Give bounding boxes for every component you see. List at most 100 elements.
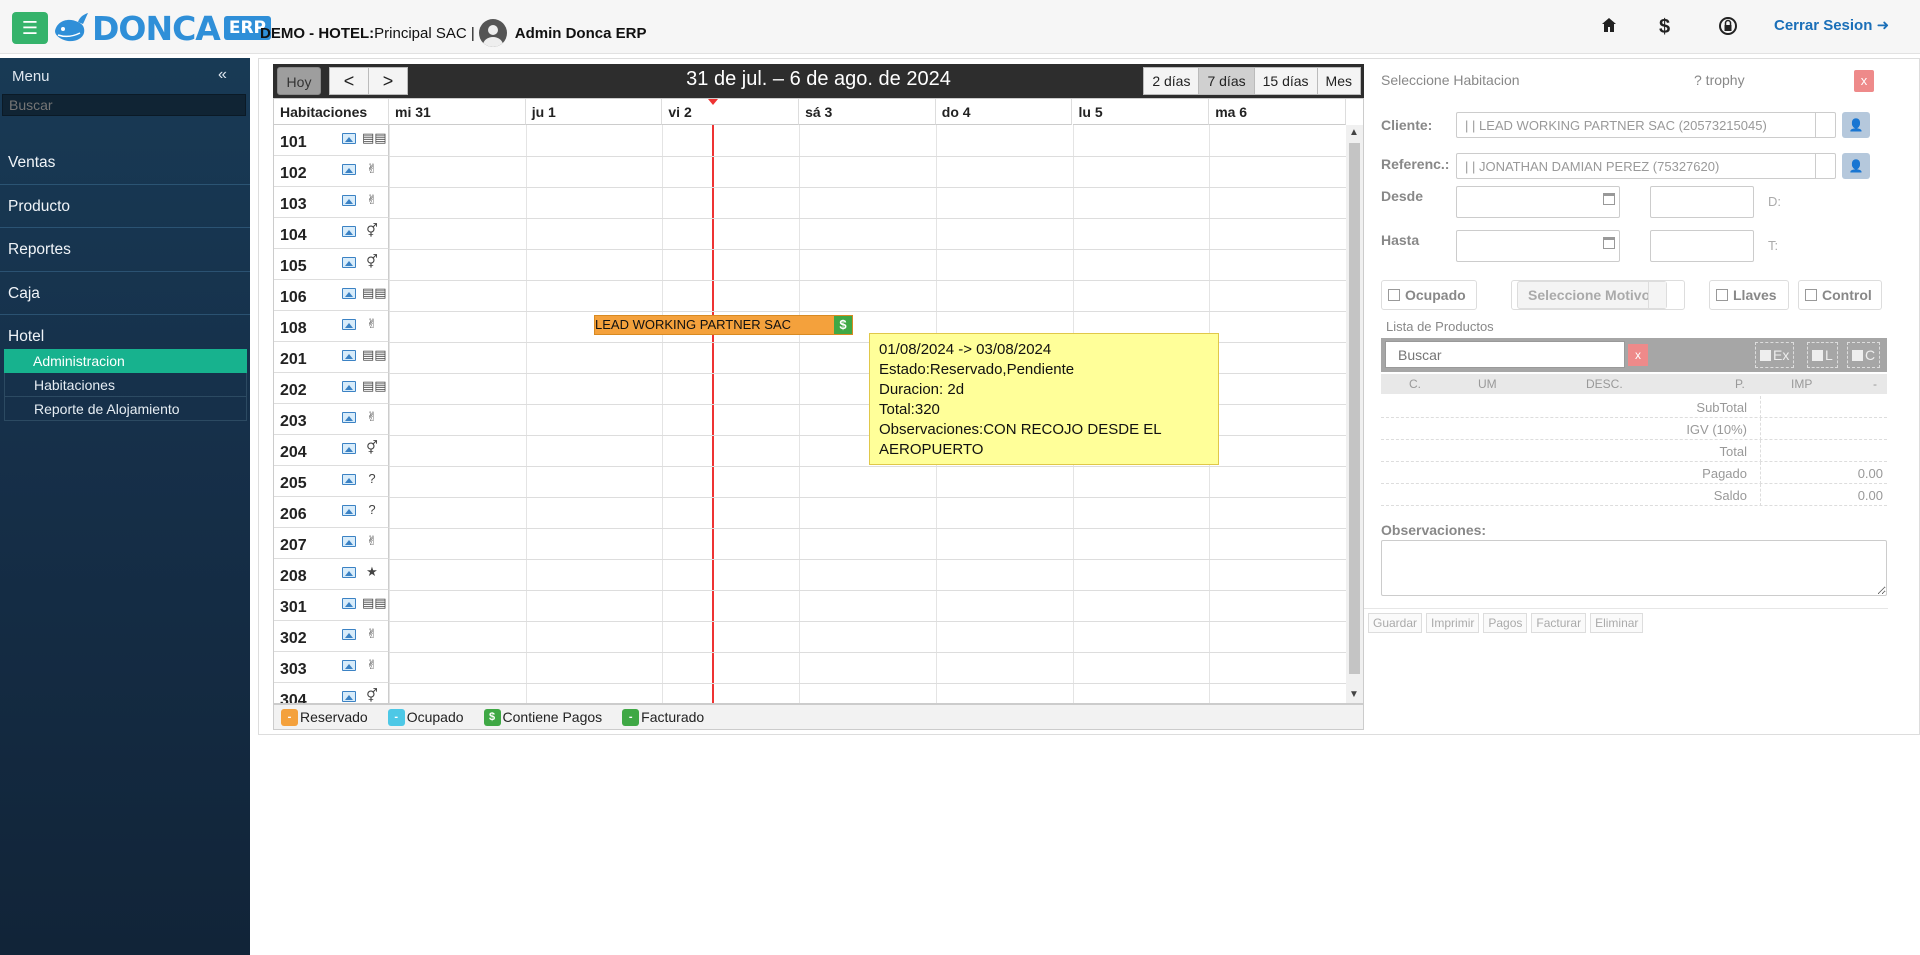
image-icon[interactable] [342, 319, 356, 330]
product-search-input[interactable] [1385, 341, 1625, 368]
today-button[interactable]: Hoy [277, 67, 321, 95]
room-row[interactable]: 101 ▤▤ [274, 125, 389, 156]
facturar-button[interactable]: Facturar [1531, 613, 1587, 633]
calendar-icon[interactable] [1603, 193, 1615, 205]
sidebar-subitem-reporte-alojamiento[interactable]: Reporte de Alojamiento [4, 396, 247, 421]
dollar-icon[interactable]: $ [1659, 16, 1670, 39]
desde-date-input[interactable] [1456, 186, 1620, 218]
view-15-days-button[interactable]: 15 días [1253, 67, 1318, 95]
image-icon[interactable] [342, 195, 356, 206]
observaciones-textarea[interactable] [1381, 540, 1887, 596]
checkbox-icon[interactable] [1812, 349, 1823, 361]
image-icon[interactable] [342, 257, 356, 268]
room-row[interactable]: 103 ✌ [274, 187, 389, 218]
eliminar-button[interactable]: Eliminar [1590, 613, 1644, 633]
image-icon[interactable] [342, 629, 356, 640]
image-icon[interactable] [342, 443, 356, 454]
sidebar-item-caja[interactable]: Caja [0, 272, 250, 315]
prev-week-button[interactable]: < [329, 67, 369, 95]
menu-toggle-button[interactable]: ☰ [12, 12, 48, 44]
option-l[interactable]: L [1807, 342, 1838, 368]
clear-search-button[interactable]: x [1628, 344, 1648, 366]
cliente-select[interactable]: | | LEAD WORKING PARTNER SAC (2057321504… [1456, 112, 1836, 138]
image-icon[interactable] [342, 505, 356, 516]
collapse-sidebar-icon[interactable]: « [218, 66, 227, 84]
sidebar-item-reportes[interactable]: Reportes [0, 228, 250, 272]
image-icon[interactable] [342, 226, 356, 237]
guardar-button[interactable]: Guardar [1368, 613, 1423, 633]
room-row[interactable]: 202 ▤▤ [274, 373, 389, 404]
image-icon[interactable] [342, 288, 356, 299]
imprimir-button[interactable]: Imprimir [1426, 613, 1480, 633]
control-checkbox[interactable]: Control [1798, 280, 1882, 310]
room-row[interactable]: 201 ▤▤ [274, 342, 389, 373]
image-icon[interactable] [342, 381, 356, 392]
option-ex[interactable]: Ex [1755, 342, 1795, 368]
checkbox-icon[interactable] [1760, 349, 1771, 361]
ocupado-checkbox[interactable]: Ocupado [1381, 280, 1477, 310]
image-icon[interactable] [342, 691, 356, 702]
panel-actions: Guardar Imprimir Pagos Facturar Eliminar [1368, 613, 1888, 638]
close-panel-button[interactable]: x [1854, 70, 1874, 92]
hasta-time-input[interactable] [1650, 230, 1754, 262]
room-row[interactable]: 302 ✌ [274, 621, 389, 652]
image-icon[interactable] [342, 164, 356, 175]
image-icon[interactable] [342, 567, 356, 578]
app-logo[interactable]: DONCA ERP [52, 9, 271, 48]
checkbox-icon[interactable] [1388, 289, 1400, 301]
avatar[interactable] [478, 19, 507, 47]
sidebar-search-input[interactable] [2, 94, 246, 116]
home-icon[interactable] [1600, 16, 1618, 40]
room-row[interactable]: 204 ⚥ [274, 435, 389, 466]
add-referencia-button[interactable]: 👤 [1842, 153, 1870, 179]
hasta-date-input[interactable] [1456, 230, 1620, 262]
sidebar-subitem-administracion[interactable]: Administracion [4, 348, 247, 373]
image-icon[interactable] [342, 660, 356, 671]
logout-link[interactable]: Cerrar Sesion ➜ [1774, 16, 1889, 34]
image-icon[interactable] [342, 598, 356, 609]
scroll-up-icon[interactable]: ▲ [1349, 127, 1359, 138]
lock-icon[interactable] [1718, 16, 1738, 42]
next-week-button[interactable]: > [368, 67, 408, 95]
room-row[interactable]: 301 ▤▤ [274, 590, 389, 621]
option-c[interactable]: C [1847, 342, 1881, 368]
vertical-scrollbar[interactable]: ▲ ▼ [1346, 125, 1363, 703]
room-row[interactable]: 303 ✌ [274, 652, 389, 683]
room-row[interactable]: 205? [274, 466, 389, 497]
room-row[interactable]: 208 ★ [274, 559, 389, 590]
referencia-select[interactable]: | | JONATHAN DAMIAN PEREZ (75327620) [1456, 153, 1836, 179]
room-row[interactable]: 108 ✌ [274, 311, 389, 342]
calendar-icon[interactable] [1603, 237, 1615, 249]
sidebar-subitem-habitaciones[interactable]: Habitaciones [4, 372, 247, 397]
scroll-down-icon[interactable]: ▼ [1349, 689, 1359, 700]
view-month-button[interactable]: Mes [1316, 67, 1361, 95]
motivo-select[interactable]: Seleccione Motivo [1517, 281, 1667, 309]
checkbox-icon[interactable] [1852, 349, 1863, 361]
room-row[interactable]: 304 ⚥ [274, 683, 389, 703]
room-row[interactable]: 104 ⚥ [274, 218, 389, 249]
room-row[interactable]: 102 ✌ [274, 156, 389, 187]
image-icon[interactable] [342, 350, 356, 361]
room-row[interactable]: 207 ✌ [274, 528, 389, 559]
image-icon[interactable] [342, 133, 356, 144]
llaves-checkbox[interactable]: Llaves [1709, 280, 1789, 310]
reservation-event[interactable]: LEAD WORKING PARTNER SAC $ [594, 315, 853, 335]
sidebar-item-producto[interactable]: Producto [0, 185, 250, 228]
image-icon[interactable] [342, 412, 356, 423]
room-row[interactable]: 206? [274, 497, 389, 528]
pagos-button[interactable]: Pagos [1483, 613, 1528, 633]
checkbox-icon[interactable] [1805, 289, 1817, 301]
checkbox-icon[interactable] [1716, 289, 1728, 301]
desde-time-input[interactable] [1650, 186, 1754, 218]
sidebar-item-ventas[interactable]: Ventas [0, 141, 250, 185]
room-row[interactable]: 203 ✌ [274, 404, 389, 435]
room-row[interactable]: 106 ▤▤ [274, 280, 389, 311]
view-7-days-button[interactable]: 7 días [1198, 67, 1255, 95]
image-icon[interactable] [342, 474, 356, 485]
view-2-days-button[interactable]: 2 días [1143, 67, 1200, 95]
add-cliente-button[interactable]: 👤 [1842, 112, 1870, 138]
user-name[interactable]: Admin Donca ERP [515, 25, 647, 42]
scroll-thumb[interactable] [1349, 143, 1360, 674]
image-icon[interactable] [342, 536, 356, 547]
room-row[interactable]: 105 ⚥ [274, 249, 389, 280]
